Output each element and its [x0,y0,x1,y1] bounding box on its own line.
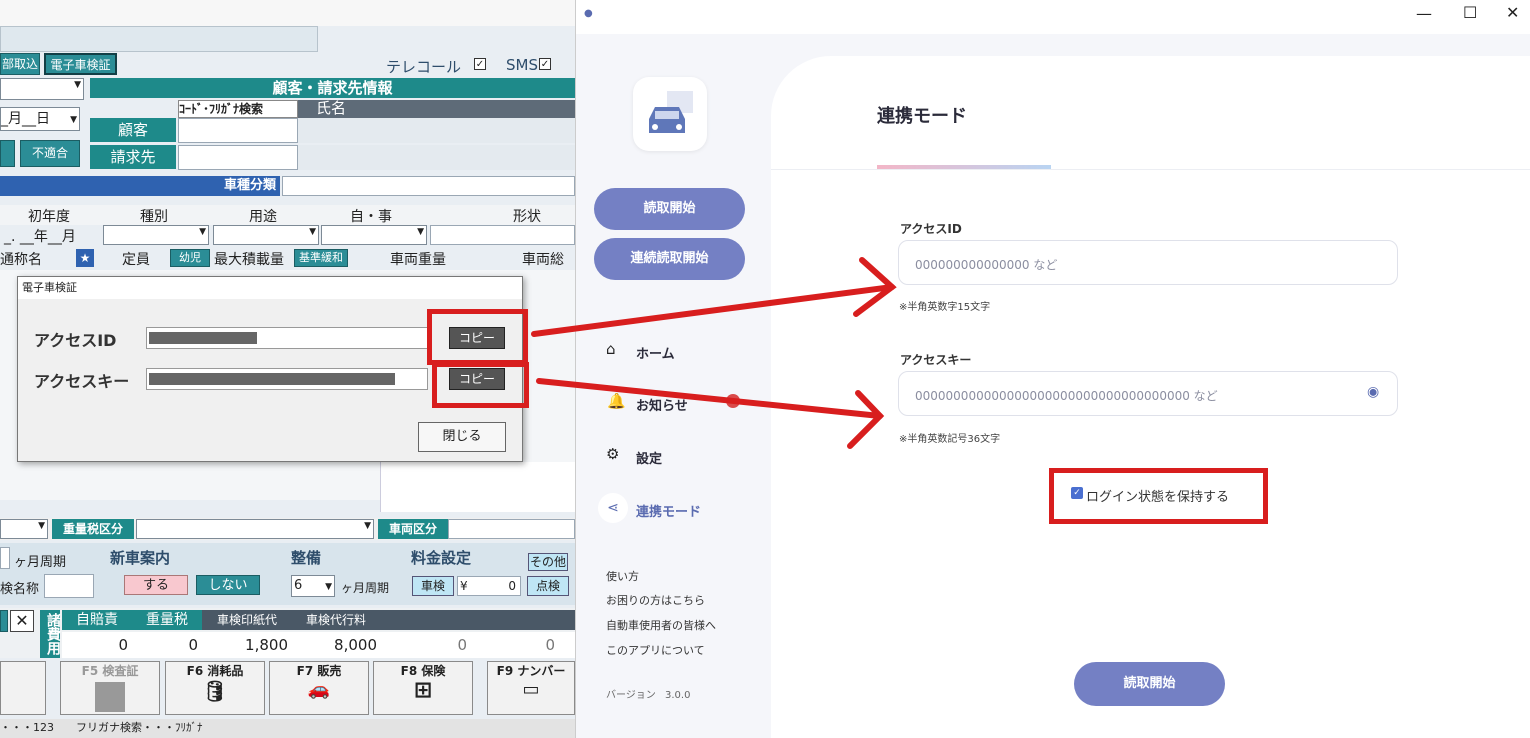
arrow-head-access-key [847,390,885,449]
annotation-arrows [531,257,897,449]
arrow-to-access-key [536,378,883,419]
arrow-to-access-id [531,284,895,337]
